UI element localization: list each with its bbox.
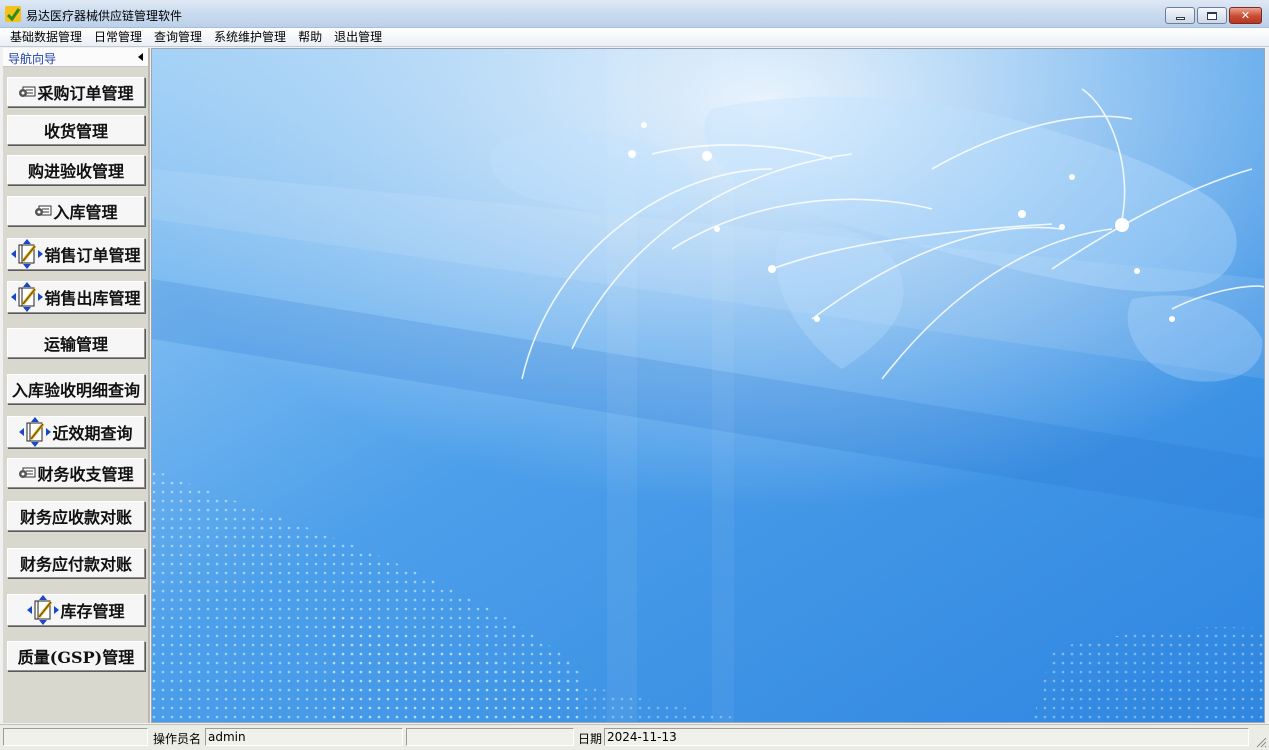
resize-grip-icon[interactable] bbox=[1255, 736, 1267, 748]
nav-item-label: 入库验收明细查询 bbox=[11, 381, 140, 400]
nav-receivable-reconcile-button[interactable]: 财务应收款对账 bbox=[7, 501, 145, 531]
nav-item-label: 财务应付款对账 bbox=[19, 555, 132, 574]
maximize-button[interactable] bbox=[1197, 7, 1227, 24]
menu-daily[interactable]: 日常管理 bbox=[88, 29, 148, 46]
nav-inspection-detail-query-button[interactable]: 入库验收明细查询 bbox=[7, 374, 145, 404]
nav-item-label: 财务收支管理 bbox=[37, 465, 134, 484]
nav-title: 导航向导 bbox=[8, 52, 57, 66]
app-logo-icon bbox=[5, 6, 21, 22]
nav-quality-gsp-button[interactable]: 质量(GSP)管理 bbox=[7, 641, 145, 671]
menu-help[interactable]: 帮助 bbox=[292, 29, 328, 46]
status-panel-empty bbox=[3, 728, 148, 746]
nav-item-label: 近效期查询 bbox=[52, 424, 133, 443]
status-bar: 操作员名 admin 日期 2024-11-13 bbox=[0, 724, 1269, 750]
nav-item-label: 运输管理 bbox=[43, 335, 108, 354]
maximize-icon bbox=[1207, 11, 1217, 20]
close-icon: ✕ bbox=[1240, 9, 1251, 22]
nav-item-label: 库存管理 bbox=[60, 602, 125, 621]
nav-payable-reconcile-button[interactable]: 财务应付款对账 bbox=[7, 548, 145, 578]
date-label: 日期 bbox=[578, 732, 603, 746]
nav-receiving-button[interactable]: 收货管理 bbox=[7, 115, 145, 145]
menu-query[interactable]: 查询管理 bbox=[148, 29, 208, 46]
nav-item-label: 采购订单管理 bbox=[37, 84, 134, 103]
nav-item-label: 销售订单管理 bbox=[44, 246, 141, 265]
operator-value: admin bbox=[205, 728, 403, 746]
nav-purchase-order-button[interactable]: 采购订单管理 bbox=[7, 77, 145, 107]
nav-item-label: 收货管理 bbox=[43, 122, 108, 141]
nav-panel: 导航向导 采购订单管理 收货管理 购进验收管理 入库管理 销售订单管理 销售出库… bbox=[3, 48, 150, 723]
menu-system-maintenance[interactable]: 系统维护管理 bbox=[208, 29, 292, 46]
menu-exit[interactable]: 退出管理 bbox=[328, 29, 388, 46]
collapse-arrow-icon[interactable] bbox=[138, 53, 143, 61]
notebook-pencil-icon bbox=[11, 239, 44, 269]
world-map-background-image bbox=[152, 49, 1264, 722]
nav-item-label: 购进验收管理 bbox=[27, 162, 124, 181]
nav-near-expiry-query-button[interactable]: 近效期查询 bbox=[7, 416, 145, 448]
notebook-pencil-icon bbox=[27, 595, 60, 625]
close-button[interactable]: ✕ bbox=[1229, 7, 1262, 24]
minimize-icon bbox=[1175, 16, 1185, 20]
nav-sales-order-button[interactable]: 销售订单管理 bbox=[7, 238, 145, 270]
window-title: 易达医疗器械供应链管理软件 bbox=[26, 9, 183, 23]
nav-item-label: 入库管理 bbox=[53, 203, 118, 222]
menu-bar: 基础数据管理 日常管理 查询管理 系统维护管理 帮助 退出管理 bbox=[0, 28, 1269, 47]
nav-item-label: 销售出库管理 bbox=[44, 289, 141, 308]
nav-header: 导航向导 bbox=[3, 48, 148, 67]
notebook-pencil-icon bbox=[19, 417, 52, 447]
tool-icon bbox=[18, 84, 36, 100]
nav-item-label: 财务应收款对账 bbox=[19, 508, 132, 527]
nav-sales-out-button[interactable]: 销售出库管理 bbox=[7, 281, 145, 313]
tool-icon bbox=[34, 203, 52, 219]
nav-item-label: 质量(GSP)管理 bbox=[17, 648, 135, 667]
menu-basic-data[interactable]: 基础数据管理 bbox=[4, 29, 88, 46]
minimize-button[interactable] bbox=[1165, 7, 1195, 24]
tool-icon bbox=[18, 465, 36, 481]
main-background bbox=[151, 48, 1265, 723]
nav-transport-button[interactable]: 运输管理 bbox=[7, 328, 145, 358]
nav-purchase-inspection-button[interactable]: 购进验收管理 bbox=[7, 155, 145, 185]
nav-inventory-button[interactable]: 库存管理 bbox=[7, 594, 145, 626]
status-panel-spacer bbox=[406, 728, 574, 746]
notebook-pencil-icon bbox=[11, 282, 44, 312]
nav-finance-button[interactable]: 财务收支管理 bbox=[7, 458, 145, 488]
nav-warehouse-in-button[interactable]: 入库管理 bbox=[7, 196, 145, 226]
operator-label: 操作员名 bbox=[153, 732, 202, 746]
date-value: 2024-11-13 bbox=[604, 728, 1249, 746]
title-bar: 易达医疗器械供应链管理软件 ✕ bbox=[0, 0, 1269, 28]
